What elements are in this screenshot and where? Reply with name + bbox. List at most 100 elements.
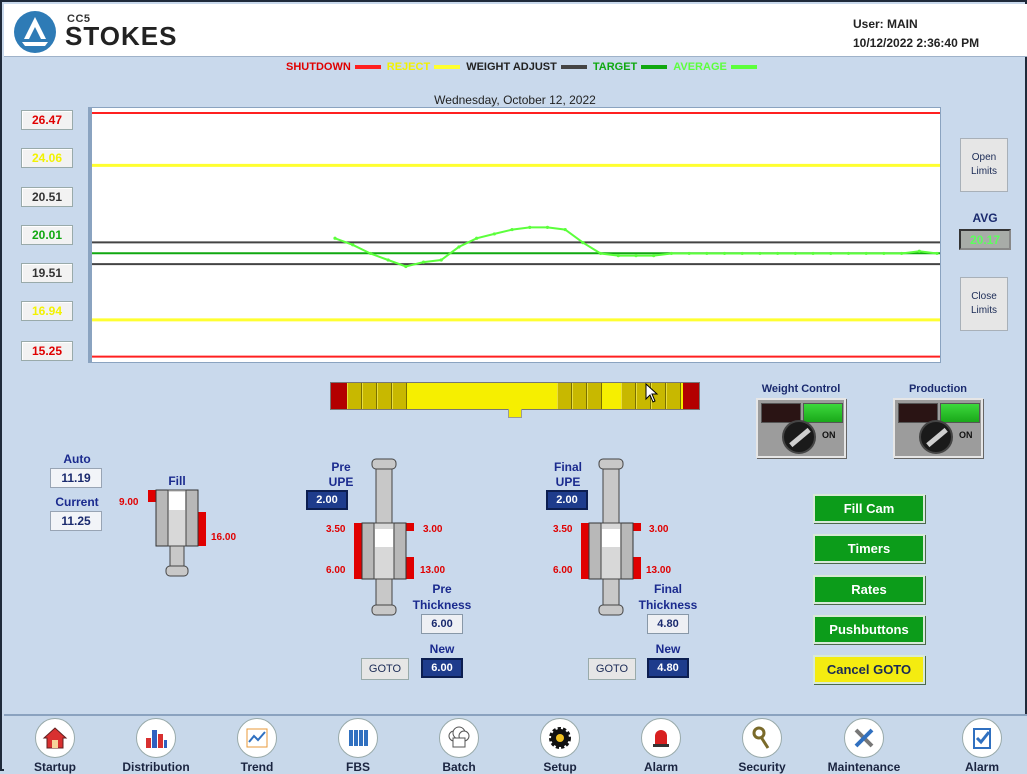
data-point xyxy=(882,251,886,256)
data-point xyxy=(740,251,744,256)
limit-target: 20.01 xyxy=(21,225,73,245)
legend-swatch xyxy=(354,65,381,69)
nav-startup[interactable]: Startup xyxy=(10,718,100,774)
user-label: User: MAIN xyxy=(853,17,918,31)
fill-cam-diagram xyxy=(148,489,206,577)
bar-segment xyxy=(572,383,587,409)
data-point xyxy=(793,251,797,256)
final-goto-button[interactable]: GOTO xyxy=(588,658,636,680)
legend-label: TARGET xyxy=(592,61,638,73)
rates-button[interactable]: Rates xyxy=(813,575,925,604)
nav-setup[interactable]: Setup xyxy=(515,718,605,774)
data-point xyxy=(899,251,904,256)
chef-hat-icon xyxy=(439,718,479,758)
alarm-bell-icon xyxy=(641,718,681,758)
cancel-goto-button[interactable]: Cancel GOTO xyxy=(813,655,925,684)
data-point xyxy=(705,251,709,256)
data-point xyxy=(492,232,496,236)
bar-segment xyxy=(362,383,377,409)
nav-label: Alarm xyxy=(643,760,678,774)
data-point xyxy=(917,249,921,253)
header-bar: CC5 STOKES User: MAIN 10/12/2022 2:36:40… xyxy=(4,4,1027,57)
data-point xyxy=(634,254,638,258)
fbs-icon xyxy=(338,718,378,758)
fill-cam-button[interactable]: Fill Cam xyxy=(813,494,925,523)
bottom-nav-bar: Startup Distribution Trend FBS Batch Set… xyxy=(4,714,1027,774)
limit-adjust-high: 20.51 xyxy=(21,187,73,207)
nav-trend[interactable]: Trend xyxy=(212,718,302,774)
nav-distribution[interactable]: Distribution xyxy=(111,718,201,774)
data-point xyxy=(421,260,426,264)
pre-punch-diagram xyxy=(354,458,414,616)
switch-on-lamp xyxy=(803,403,843,423)
legend-label: AVERAGE xyxy=(673,61,727,73)
nav-alarm[interactable]: Alarm xyxy=(616,718,706,774)
bar-segment xyxy=(666,383,681,409)
avg-label: AVG xyxy=(972,211,998,225)
nav-alarm-log[interactable]: Alarm xyxy=(937,718,1027,774)
pre-bot-left-label: 6.00 xyxy=(326,565,346,576)
weight-trend-chart xyxy=(88,107,941,363)
nav-label: Distribution xyxy=(122,760,190,774)
bar-segment xyxy=(621,383,636,409)
timers-button[interactable]: Timers xyxy=(813,534,925,563)
nav-batch[interactable]: Batch xyxy=(414,718,504,774)
datetime-label: 10/12/2022 2:36:40 PM xyxy=(853,36,980,50)
data-point xyxy=(935,251,939,256)
data-point xyxy=(581,240,585,245)
final-thickness-label-2: Thickness xyxy=(638,598,698,612)
production-label: Production xyxy=(908,383,968,395)
legend-label: WEIGHT ADJUST xyxy=(466,61,557,73)
data-point xyxy=(545,225,550,230)
bar-segment xyxy=(392,383,407,409)
nav-label: Trend xyxy=(240,760,274,774)
bar-center-marker xyxy=(508,409,522,418)
nav-security[interactable]: Security xyxy=(717,718,807,774)
pushbuttons-button[interactable]: Pushbuttons xyxy=(813,615,925,644)
bar-segment xyxy=(587,383,602,409)
nav-label: Security xyxy=(738,760,786,774)
pre-thickness-label-2: Thickness xyxy=(412,598,472,612)
legend-swatch xyxy=(434,65,461,69)
data-point xyxy=(864,251,868,256)
switch-on-label: ON xyxy=(822,430,836,440)
nav-label: Startup xyxy=(34,760,76,774)
data-point xyxy=(846,251,851,256)
close-limits-button[interactable]: Close Limits xyxy=(960,277,1008,331)
open-limits-button[interactable]: Open Limits xyxy=(960,138,1008,192)
hmi-window: CC5 STOKES User: MAIN 10/12/2022 2:36:40… xyxy=(0,0,1027,774)
avg-value: 20.17 xyxy=(959,229,1011,250)
bar-end-left xyxy=(331,383,347,409)
weight-control-switch[interactable]: ON xyxy=(756,398,846,458)
final-top-left-label: 3.50 xyxy=(553,524,573,535)
current-value: 11.25 xyxy=(50,511,102,531)
nav-fbs[interactable]: FBS xyxy=(313,718,403,774)
nav-maintenance[interactable]: Maintenance xyxy=(819,718,909,774)
gear-icon xyxy=(540,718,580,758)
clipboard-check-icon xyxy=(962,718,1002,758)
switch-on-lamp xyxy=(940,403,980,423)
pre-goto-button[interactable]: GOTO xyxy=(361,658,409,680)
data-point xyxy=(351,243,355,247)
key-icon xyxy=(742,718,782,758)
tools-icon xyxy=(844,718,884,758)
legend-swatch xyxy=(560,65,587,69)
pre-thickness-label-1: Pre xyxy=(432,582,452,596)
data-point xyxy=(528,225,532,230)
production-switch[interactable]: ON xyxy=(893,398,983,458)
chart-legend: SHUTDOWN REJECT WEIGHT ADJUST TARGET AVE… xyxy=(286,60,763,74)
weight-control-label: Weight Control xyxy=(761,383,841,395)
final-bot-left-label: 6.00 xyxy=(553,565,573,576)
data-point xyxy=(829,251,833,256)
auto-label: Auto xyxy=(63,452,91,466)
bar-segment xyxy=(377,383,392,409)
legend-target: TARGET xyxy=(592,61,668,73)
pre-new-value[interactable]: 6.00 xyxy=(421,658,463,678)
bar-end-right xyxy=(683,383,699,409)
final-top-right-label: 3.00 xyxy=(649,524,669,535)
data-point xyxy=(333,236,337,240)
pre-upe-value[interactable]: 2.00 xyxy=(306,490,348,510)
final-new-value[interactable]: 4.80 xyxy=(647,658,689,678)
legend-label: SHUTDOWN xyxy=(286,61,351,73)
key-switch-knob-icon xyxy=(782,420,816,454)
